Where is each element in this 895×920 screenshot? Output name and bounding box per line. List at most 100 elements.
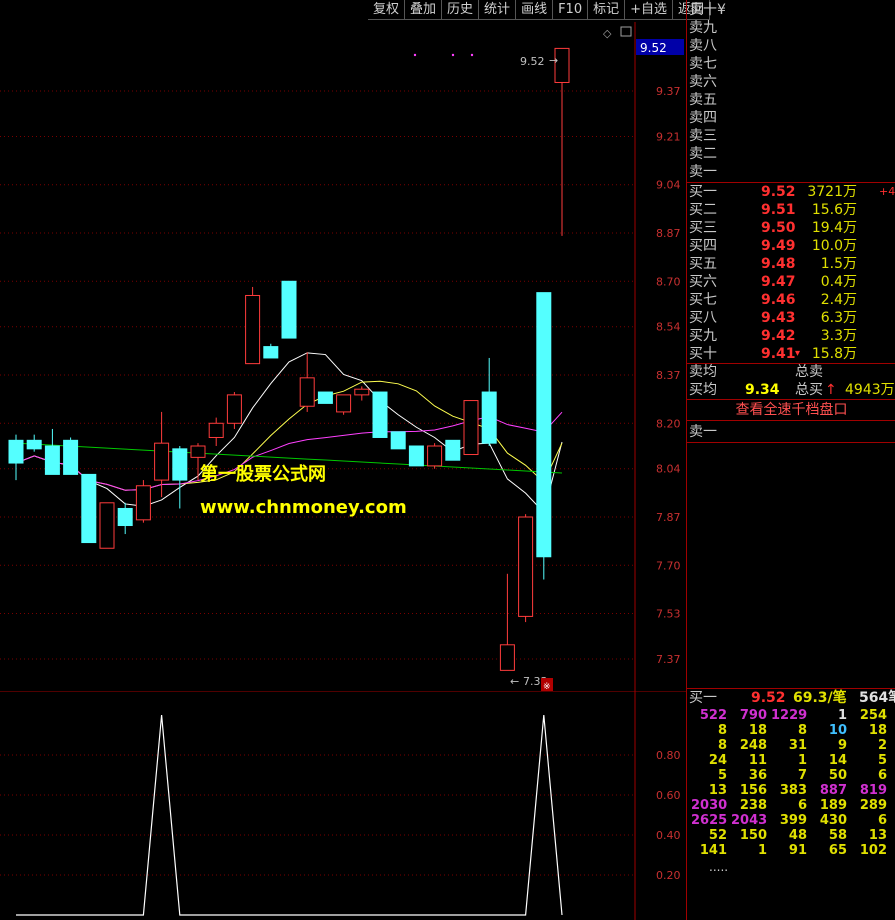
view-full-depth-button[interactable]: 查看全速千档盘口	[687, 400, 895, 420]
bid-level-change: +4	[879, 185, 895, 198]
bid-level-label: 买七	[689, 292, 717, 308]
indicator-grid	[0, 754, 635, 876]
bid-level-row[interactable]: 买三 9.50 19.4万	[689, 219, 894, 237]
bid-level-row[interactable]: 买一 9.52 3721万 +4	[689, 183, 895, 201]
bid-level-row[interactable]: 买八 9.43 6.3万	[689, 309, 894, 327]
candle-body	[354, 388, 370, 396]
toolbar-button-draw[interactable]: 画线	[516, 0, 554, 20]
tick-queue-cell: 24	[708, 753, 727, 768]
tick-queue-cell: 1229	[771, 708, 808, 723]
tick-queue-row: 8 248 31 9 2	[687, 738, 895, 753]
tick-queue-cell: 2043	[731, 813, 768, 828]
candle-body	[390, 431, 406, 450]
tick-queue-cell: 150	[739, 828, 767, 843]
tick-queue-cell: 91	[788, 843, 807, 858]
tick-queue-cell: 102	[859, 843, 887, 858]
order-book-panel: 卖十¥ 卖九 卖八 卖七 卖六 卖五 卖四 卖三 卖二 卖一 买一 9.52 3721万 +4 买二 9.5…	[686, 0, 895, 920]
candle	[463, 400, 479, 456]
bid-level-volume: 0.4万	[820, 274, 857, 290]
indicator-line	[16, 714, 563, 916]
bid-level-row[interactable]: 买九 9.42 3.3万	[689, 327, 894, 345]
tick-queue-cell: 18	[748, 723, 767, 738]
ask-level-row[interactable]: 卖四	[689, 109, 717, 127]
high-arrow-icon: →	[549, 54, 558, 67]
tick-header-avg: 69.3/笔	[793, 690, 847, 706]
bid-level-row[interactable]: 买七 9.46 2.4万	[689, 291, 894, 309]
tick-queue-cell: 65	[828, 843, 847, 858]
indicator-chart[interactable]: 0.80 0.60 0.40 0.20	[0, 692, 686, 920]
queue-label: 卖一	[689, 424, 717, 440]
tick-queue-cell: 430	[819, 813, 847, 828]
candle-body	[172, 448, 188, 481]
kline-chart[interactable]: 9.37 9.21 9.04 8.87 8.70 8.54 8.37 8.20 8.04 7.87…	[0, 0, 686, 692]
ask-level-row[interactable]: 卖五	[689, 91, 717, 109]
bid-level-label: 买一	[689, 184, 717, 200]
toolbar-button-history[interactable]: 历史	[442, 0, 480, 20]
ask-avg-row: 卖均 总卖	[689, 363, 823, 381]
candle-body	[518, 516, 534, 617]
bid-level-volume: 15.6万	[811, 202, 857, 218]
tick-queue-more[interactable]: .....	[709, 860, 728, 874]
candle-body	[317, 391, 333, 404]
tick-queue-cell: 7	[797, 768, 807, 783]
toolbar-button-stats[interactable]: 统计	[479, 0, 517, 20]
toolbar: 复权 叠加 历史 统计 画线 F10 标记 +自选 返回	[368, 0, 711, 22]
tick-header-row: 买一 9.52 69.3/笔 564笔	[689, 689, 895, 707]
signal-dot	[470, 53, 474, 57]
ask-level-row[interactable]: 卖一	[689, 163, 717, 181]
indicator-axis-label: 0.40	[656, 829, 681, 842]
bid-level-volume: 10.0万	[811, 238, 857, 254]
ask-level-row[interactable]: 卖三	[689, 127, 717, 145]
candle	[445, 439, 461, 461]
bid-level-row[interactable]: 买六 9.47 0.4万	[689, 273, 894, 291]
bid-level-label: 买三	[689, 220, 717, 236]
ask-level-row[interactable]: 卖九	[689, 19, 717, 37]
low-arrow-icon: ←	[510, 675, 519, 688]
bid-level-row[interactable]: 买十 9.41 ▾ 15.8万	[689, 345, 894, 363]
candle-body	[63, 439, 79, 475]
price-axis-label: 9.37	[656, 85, 681, 98]
bid-level-row[interactable]: 买二 9.51 15.6万	[689, 201, 894, 219]
ask-level-row[interactable]: 卖二	[689, 145, 717, 163]
toolbar-button-mark[interactable]: 标记	[588, 0, 626, 20]
tick-queue-cell: 31	[788, 738, 807, 753]
tick-queue-cell: 819	[859, 783, 887, 798]
candle-body	[499, 644, 515, 671]
tick-queue-cell: 9	[837, 738, 847, 753]
tick-queue-cell: 48	[788, 828, 807, 843]
candle-body	[154, 442, 170, 481]
candle-body	[299, 377, 315, 407]
candle-body	[481, 391, 497, 444]
tick-queue-cell: 6	[877, 768, 887, 783]
indicator-axis-label: 0.80	[656, 749, 681, 762]
tick-queue-cell: 1	[837, 708, 847, 723]
candle-body	[135, 485, 151, 521]
toolbar-button-overlay[interactable]: 叠加	[405, 0, 443, 20]
tick-queue-cell: 887	[819, 783, 847, 798]
ask-level-row[interactable]: 卖八	[689, 37, 717, 55]
ask-level-row[interactable]: 卖六	[689, 73, 717, 91]
ask-level-row[interactable]: 卖七	[689, 55, 717, 73]
ask-level-label: 卖一	[689, 164, 717, 180]
tick-queue-cell: 13	[868, 828, 887, 843]
candle-body	[463, 400, 479, 456]
tick-queue-cell: 399	[779, 813, 807, 828]
tick-queue-cell: 5	[717, 768, 727, 783]
ask-level-row[interactable]: 卖十¥	[689, 1, 726, 19]
toolbar-button-restore-rights[interactable]: 复权	[368, 0, 406, 20]
bid-level-row[interactable]: 买五 9.48 1.5万	[689, 255, 894, 273]
candle-body	[245, 294, 261, 365]
diamond-icon[interactable]: ◇	[603, 27, 612, 40]
candle-body	[190, 445, 206, 458]
price-axis-label: 8.87	[656, 227, 681, 240]
flag-icon-glyph: ※	[543, 682, 551, 692]
bid-level-volume: 3721万	[807, 184, 857, 200]
bid-level-label: 买八	[689, 310, 717, 326]
queue-divider	[687, 442, 895, 443]
tick-queue-cell: 8	[797, 723, 807, 738]
candle	[317, 391, 333, 404]
toolbar-button-f10[interactable]: F10	[553, 0, 589, 20]
bid-level-label: 买五	[689, 256, 717, 272]
toolbar-button-add-watchlist[interactable]: +自选	[625, 0, 674, 20]
bid-level-row[interactable]: 买四 9.49 10.0万	[689, 237, 894, 255]
